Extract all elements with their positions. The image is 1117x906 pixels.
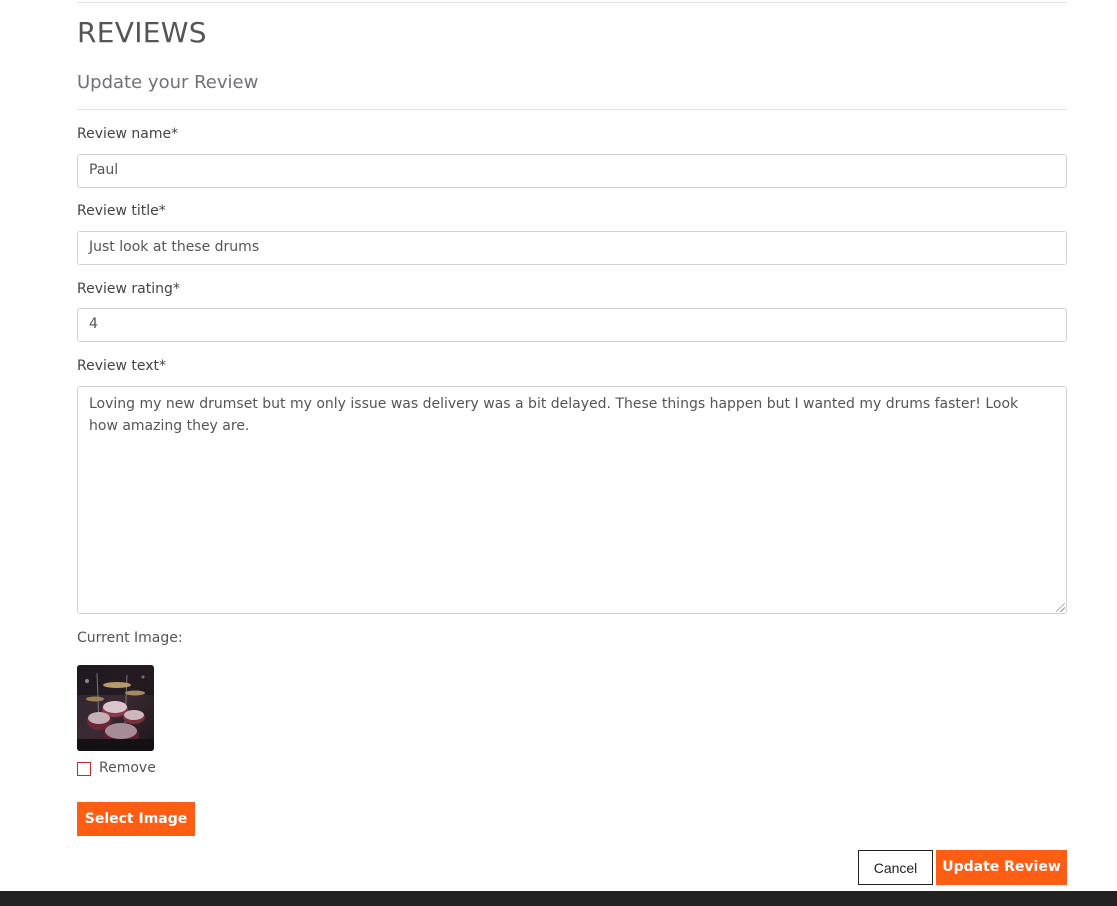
update-review-button[interactable]: Update Review [936, 850, 1067, 885]
section-subtitle: Update your Review [77, 72, 259, 93]
drum-kit-photo-icon [77, 665, 154, 751]
current-image-label: Current Image: [77, 630, 183, 646]
select-image-button[interactable]: Select Image [77, 802, 195, 836]
resize-handle-icon[interactable] [1056, 603, 1065, 612]
review-image-thumbnail [77, 665, 154, 751]
review-rating-input[interactable]: 4 [77, 308, 1067, 342]
subtitle-divider [77, 109, 1067, 110]
review-text-label: Review text* [77, 358, 167, 374]
review-text-textarea[interactable]: Loving my new drumset but my only issue … [77, 386, 1067, 614]
review-rating-value: 4 [89, 316, 98, 332]
review-rating-label: Review rating* [77, 281, 180, 297]
top-divider [77, 2, 1067, 3]
cancel-button[interactable]: Cancel [858, 850, 933, 885]
review-title-value: Just look at these drums [89, 239, 260, 255]
review-name-label: Review name* [77, 126, 179, 142]
review-title-input[interactable]: Just look at these drums [77, 231, 1067, 265]
review-text-value: Loving my new drumset but my only issue … [89, 396, 1019, 434]
remove-image-label[interactable]: Remove [99, 760, 156, 776]
review-title-label: Review title* [77, 203, 166, 219]
remove-image-checkbox[interactable] [77, 762, 91, 776]
review-name-input[interactable]: Paul [77, 154, 1067, 188]
review-name-value: Paul [89, 162, 119, 178]
footer-bar [0, 891, 1117, 906]
page-title: REVIEWS [77, 16, 207, 49]
